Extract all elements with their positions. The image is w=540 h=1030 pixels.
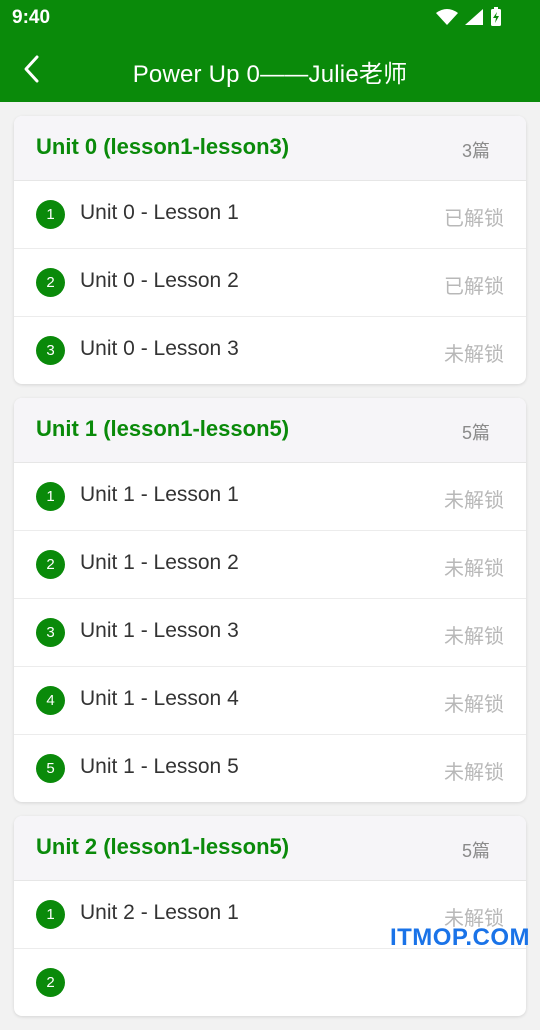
status-bar: 9:40 xyxy=(0,0,540,36)
status-icons xyxy=(436,7,502,27)
lesson-number-badge: 3 xyxy=(36,336,65,365)
lesson-number-badge: 2 xyxy=(36,968,65,997)
lock-status: 未解锁 xyxy=(444,626,504,648)
unit-header[interactable]: Unit 0 (lesson1-lesson3) 3篇 xyxy=(14,116,526,181)
unit-header[interactable]: Unit 1 (lesson1-lesson5) 5篇 xyxy=(14,398,526,463)
wifi-icon xyxy=(436,9,458,25)
lesson-row[interactable]: 3 Unit 1 - Lesson 3 未解锁 xyxy=(14,599,526,667)
lesson-title: Unit 0 - Lesson 2 xyxy=(80,269,239,292)
lesson-count: 3篇 xyxy=(461,141,490,161)
watermark: ITMOP.COM xyxy=(389,924,530,951)
lock-status: 已解锁 xyxy=(444,208,504,230)
lesson-number-badge: 4 xyxy=(36,686,65,715)
lesson-count: 5篇 xyxy=(461,423,490,443)
lesson-row[interactable]: 3 Unit 0 - Lesson 3 未解锁 xyxy=(14,317,526,384)
page-title: Power Up 0——Julie老师 xyxy=(132,61,408,88)
status-time: 9:40 xyxy=(12,7,51,28)
lesson-title: Unit 1 - Lesson 3 xyxy=(80,619,239,642)
lesson-row[interactable]: 4 Unit 1 - Lesson 4 未解锁 xyxy=(14,667,526,735)
lesson-count: 5篇 xyxy=(461,841,490,861)
lesson-row[interactable]: 1 Unit 1 - Lesson 1 未解锁 xyxy=(14,463,526,531)
lock-status: 未解锁 xyxy=(444,762,504,784)
lesson-row[interactable]: 1 Unit 0 - Lesson 1 已解锁 xyxy=(14,181,526,249)
lesson-title: Unit 0 - Lesson 1 xyxy=(80,201,239,224)
unit-title: Unit 1 (lesson1-lesson5) xyxy=(36,416,290,441)
lesson-title: Unit 0 - Lesson 3 xyxy=(80,337,239,360)
unit-card: Unit 0 (lesson1-lesson3) 3篇 1 Unit 0 - L… xyxy=(14,116,526,384)
unit-card: Unit 1 (lesson1-lesson5) 5篇 1 Unit 1 - L… xyxy=(14,398,526,802)
battery-charging-icon xyxy=(491,7,501,26)
lesson-number-badge: 3 xyxy=(36,618,65,647)
lesson-title: Unit 1 - Lesson 2 xyxy=(80,551,239,574)
lock-status: 未解锁 xyxy=(444,344,504,366)
app-bar: Power Up 0——Julie老师 xyxy=(0,36,540,102)
lesson-number-badge: 2 xyxy=(36,550,65,579)
lesson-number-badge: 5 xyxy=(36,754,65,783)
lesson-number-badge: 1 xyxy=(36,200,65,229)
unit-title: Unit 0 (lesson1-lesson3) xyxy=(36,134,290,159)
lesson-row[interactable]: 2 Unit 0 - Lesson 2 已解锁 xyxy=(14,249,526,317)
lesson-row[interactable]: 5 Unit 1 - Lesson 5 未解锁 xyxy=(14,735,526,802)
lesson-row[interactable]: 2 xyxy=(14,949,526,1016)
unit-header[interactable]: Unit 2 (lesson1-lesson5) 5篇 xyxy=(14,816,526,881)
lock-status: 未解锁 xyxy=(444,558,504,580)
lesson-title: Unit 1 - Lesson 5 xyxy=(80,755,239,778)
lesson-number-badge: 2 xyxy=(36,268,65,297)
lock-status: 已解锁 xyxy=(444,276,504,298)
lock-status: 未解锁 xyxy=(444,694,504,716)
lesson-title: Unit 1 - Lesson 1 xyxy=(80,483,239,506)
unit-list: Unit 0 (lesson1-lesson3) 3篇 1 Unit 0 - L… xyxy=(14,116,526,1030)
lock-status: 未解锁 xyxy=(444,490,504,512)
lesson-number-badge: 1 xyxy=(36,482,65,511)
unit-card: Unit 2 (lesson1-lesson5) 5篇 1 Unit 2 - L… xyxy=(14,816,526,1016)
lesson-title: Unit 1 - Lesson 4 xyxy=(80,687,239,710)
lesson-row[interactable]: 2 Unit 1 - Lesson 2 未解锁 xyxy=(14,531,526,599)
cellular-signal-icon xyxy=(465,9,483,25)
unit-title: Unit 2 (lesson1-lesson5) xyxy=(36,834,290,859)
lesson-number-badge: 1 xyxy=(36,900,65,929)
lesson-title: Unit 2 - Lesson 1 xyxy=(80,901,239,924)
